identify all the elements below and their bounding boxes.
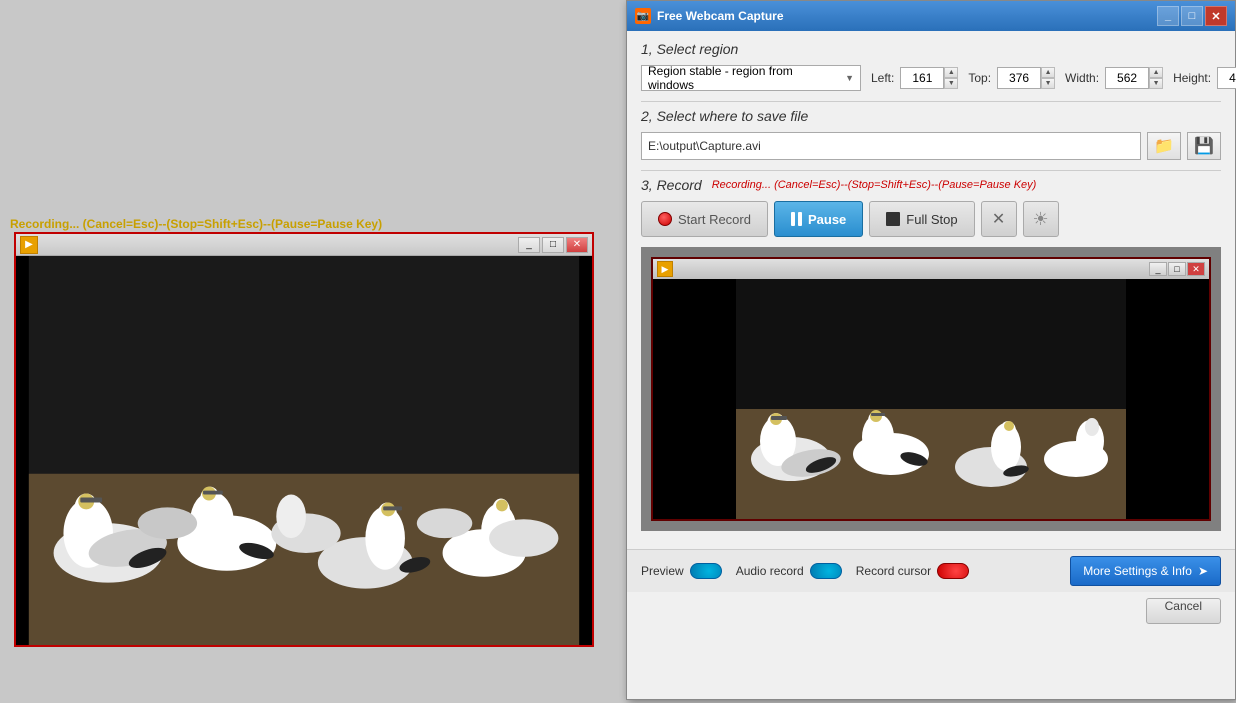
height-coord-group: 415 ▲ ▼ [1217,67,1236,89]
titlebar-controls[interactable]: _ □ ✕ [1157,6,1227,26]
browse-folder-button[interactable]: 📁 [1147,132,1181,160]
section2-row: 📁 💾 [641,132,1221,160]
small-close-button[interactable]: ✕ [1187,262,1205,276]
bottom-controls: Preview Audio record Record cursor More … [627,549,1235,592]
left-coord-group: 161 ▲ ▼ [900,67,958,89]
top-spinner[interactable]: ▲ ▼ [1041,67,1055,89]
top-down-button[interactable]: ▼ [1041,78,1055,89]
titlebar-close-button[interactable]: ✕ [1205,6,1227,26]
top-label: Top: [968,71,991,85]
dialog-title: Free Webcam Capture [657,9,784,23]
x-button[interactable]: ✕ [981,201,1017,237]
x-icon: ✕ [992,209,1005,229]
record-dot-icon [658,212,672,226]
save-button[interactable]: 💾 [1187,132,1221,160]
pause-bar-1 [791,212,795,226]
pause-bar-2 [798,212,802,226]
brightness-button[interactable]: ☀ [1023,201,1059,237]
region-dropdown[interactable]: Region stable - region from windows ▼ [641,65,861,91]
small-minimize-button[interactable]: _ [1149,262,1167,276]
width-up-button[interactable]: ▲ [1149,67,1163,78]
preview-label: Preview [641,564,684,578]
free-webcam-capture-dialog: 📷 Free Webcam Capture _ □ ✕ 1, Select re… [626,0,1236,700]
small-restore-button[interactable]: □ [1168,262,1186,276]
width-spinner[interactable]: ▲ ▼ [1149,67,1163,89]
small-win-controls[interactable]: _ □ ✕ [1149,262,1205,276]
stop-square-icon [886,212,900,226]
left-up-button[interactable]: ▲ [944,67,958,78]
section3-header: 3, Record Recording... (Cancel=Esc)--(St… [641,177,1221,193]
dropdown-arrow-icon: ▼ [845,73,854,83]
file-path-input[interactable] [641,132,1141,160]
cancel-button[interactable]: Cancel [1146,598,1221,624]
preview-window: ▶ _ □ ✕ [14,232,594,647]
preview-image-area [16,256,592,645]
close-button[interactable]: ✕ [566,237,588,253]
dialog-content: 1, Select region Region stable - region … [627,31,1235,549]
title-left: 📷 Free Webcam Capture [635,8,784,24]
arrow-icon: ➤ [1198,564,1208,578]
dialog-preview-inner: ▶ _ □ ✕ [651,257,1211,521]
audio-record-label: Audio record [736,564,804,578]
cursor-toggle-group: Record cursor [856,563,969,579]
top-up-button[interactable]: ▲ [1041,67,1055,78]
width-label: Width: [1065,71,1099,85]
section-divider-2 [641,170,1221,171]
dialog-birds-scene-svg [653,279,1209,519]
section1-title: 1, Select region [641,41,1221,57]
record-status-text: Recording... (Cancel=Esc)--(Stop=Shift+E… [712,179,1037,191]
preview-toggle[interactable] [690,563,722,579]
preview-window-titlebar: ▶ _ □ ✕ [16,234,592,256]
section1-row: Region stable - region from windows ▼ Le… [641,65,1221,91]
fullstop-label: Full Stop [906,212,957,227]
record-buttons-row: Start Record Pause Full Stop ✕ ☀ [641,201,1221,237]
app-icon: 📷 [635,8,651,24]
fullstop-button[interactable]: Full Stop [869,201,974,237]
preview-window-controls[interactable]: _ □ ✕ [518,237,588,253]
top-coord-group: 376 ▲ ▼ [997,67,1055,89]
left-label: Left: [871,71,894,85]
top-value[interactable]: 376 [997,67,1041,89]
width-coord-group: 562 ▲ ▼ [1105,67,1163,89]
left-value[interactable]: 161 [900,67,944,89]
section3-title: 3, Record [641,177,702,193]
width-value[interactable]: 562 [1105,67,1149,89]
height-value[interactable]: 415 [1217,67,1236,89]
height-label: Height: [1173,71,1211,85]
pause-icon [791,212,802,226]
width-down-button[interactable]: ▼ [1149,78,1163,89]
start-record-label: Start Record [678,212,751,227]
section-divider-1 [641,101,1221,102]
dialog-preview-titlebar: ▶ _ □ ✕ [653,259,1209,279]
record-cursor-label: Record cursor [856,564,931,578]
small-play-icon: ▶ [657,261,673,277]
left-spinner[interactable]: ▲ ▼ [944,67,958,89]
dialog-titlebar: 📷 Free Webcam Capture _ □ ✕ [627,1,1235,31]
audio-record-toggle[interactable] [810,563,842,579]
birds-scene-svg [16,256,592,645]
section2-title: 2, Select where to save file [641,108,1221,124]
audio-toggle-group: Audio record [736,563,842,579]
dialog-preview-image [653,279,1209,519]
start-record-button[interactable]: Start Record [641,201,768,237]
play-icon: ▶ [20,236,38,254]
titlebar-minimize-button[interactable]: _ [1157,6,1179,26]
more-settings-button[interactable]: More Settings & Info ➤ [1070,556,1221,586]
dialog-preview-area: ▶ _ □ ✕ [641,247,1221,531]
maximize-button[interactable]: □ [542,237,564,253]
pause-button[interactable]: Pause [774,201,863,237]
left-down-button[interactable]: ▼ [944,78,958,89]
record-cursor-toggle[interactable] [937,563,969,579]
region-dropdown-value: Region stable - region from windows [648,64,837,92]
minimize-button[interactable]: _ [518,237,540,253]
recording-status-bar: Recording... (Cancel=Esc)--(Stop=Shift+E… [10,217,382,231]
bottom-action-row: Cancel [627,592,1235,632]
pause-label: Pause [808,212,846,227]
titlebar-maximize-button[interactable]: □ [1181,6,1203,26]
sun-icon: ☀ [1033,209,1049,230]
more-settings-label: More Settings & Info [1083,564,1192,578]
preview-toggle-group: Preview [641,563,722,579]
